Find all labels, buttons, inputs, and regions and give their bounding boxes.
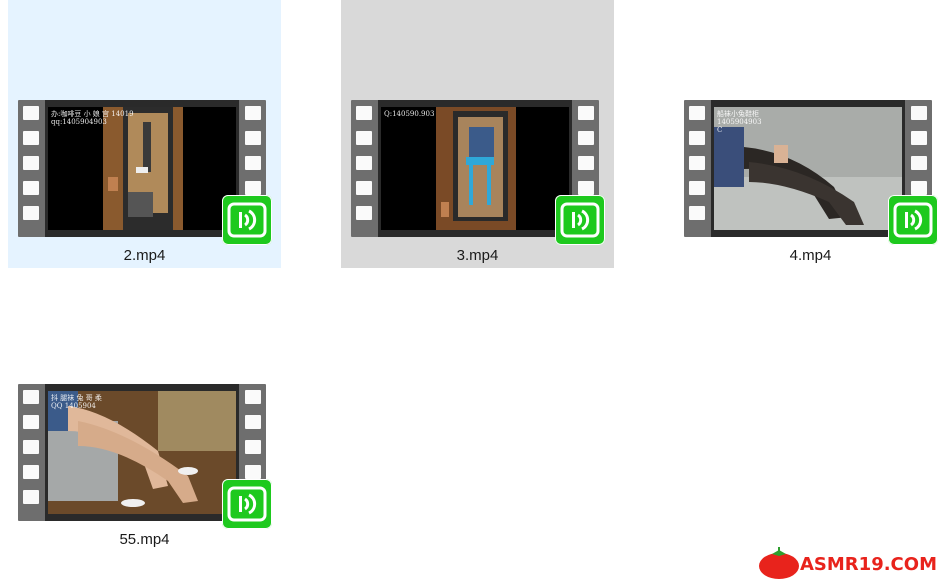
video-watermark-text: Q:140590.903 xyxy=(384,110,435,118)
file-tile-55mp4[interactable]: 抖 腿袜 兔 哥 柔 QQ 1405904 55.mp4 xyxy=(8,284,281,552)
video-thumbnail: Q:140590.903 xyxy=(351,100,605,245)
file-tile-2mp4[interactable]: 办:咖啡豆 小 娘 宫 14019 qq:1405904903 2.mp4 xyxy=(8,0,281,268)
video-player-icon xyxy=(222,195,272,245)
watermark-text: ASMR19.COM xyxy=(800,554,937,575)
video-watermark-text: 办:咖啡豆 小 娘 宫 14019 qq:1405904903 xyxy=(51,110,134,126)
video-thumbnail: 办:咖啡豆 小 娘 宫 14019 qq:1405904903 xyxy=(18,100,272,245)
video-player-icon xyxy=(555,195,605,245)
file-tile-4mp4[interactable]: 船袜小兔鞋柜 1405904903 C 4.mp4 xyxy=(674,0,947,268)
video-player-icon xyxy=(888,195,938,245)
file-name: 55.mp4 xyxy=(119,531,170,548)
tomato-icon xyxy=(759,547,799,579)
video-thumbnail: 抖 腿袜 兔 哥 柔 QQ 1405904 xyxy=(18,384,272,529)
video-thumbnail: 船袜小兔鞋柜 1405904903 C xyxy=(684,100,938,245)
file-name: 3.mp4 xyxy=(456,247,499,264)
video-player-icon xyxy=(222,479,272,529)
file-name: 4.mp4 xyxy=(789,247,832,264)
file-tile-3mp4[interactable]: Q:140590.903 3.mp4 xyxy=(341,0,614,268)
video-watermark-text: 抖 腿袜 兔 哥 柔 QQ 1405904 xyxy=(51,394,102,410)
video-watermark-text: 船袜小兔鞋柜 1405904903 C xyxy=(717,110,762,134)
file-name: 2.mp4 xyxy=(123,247,166,264)
